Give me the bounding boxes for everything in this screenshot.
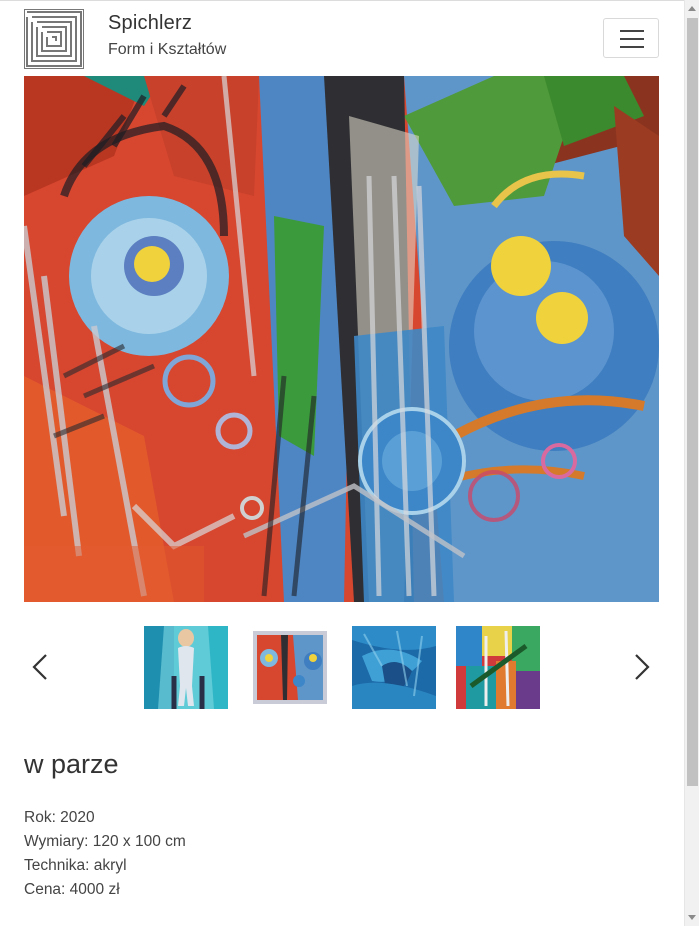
artwork-title: w parze	[24, 749, 119, 779]
artwork-image[interactable]	[24, 76, 659, 602]
scroll-up-icon[interactable]	[688, 6, 696, 11]
thumbnail-1[interactable]	[144, 626, 228, 709]
site-subtitle: Form i Kształtów	[108, 41, 227, 58]
site-header: Spichlerz Form i Kształtów	[0, 0, 684, 76]
chevron-left-icon[interactable]	[26, 652, 56, 682]
thumbnail-carousel	[24, 616, 659, 716]
artwork-year: Rok: 2020	[24, 809, 95, 826]
artwork-price: Cena: 4000 zł	[24, 881, 120, 898]
thumbnail-3[interactable]	[352, 626, 436, 709]
labyrinth-logo-icon[interactable]	[24, 9, 84, 69]
thumbnail-2-selected[interactable]	[253, 631, 327, 704]
artwork-technique: Technika: akryl	[24, 857, 127, 874]
scrollbar-thumb[interactable]	[687, 18, 698, 786]
site-title[interactable]: Spichlerz	[108, 12, 192, 35]
chevron-right-icon[interactable]	[626, 652, 656, 682]
page-scrollbar[interactable]	[684, 0, 699, 926]
menu-toggle-button[interactable]	[603, 18, 659, 58]
thumbnail-4[interactable]	[456, 626, 540, 709]
artwork-details: Rok: 2020 Wymiary: 120 x 100 cm Technika…	[24, 806, 186, 902]
scroll-down-icon[interactable]	[688, 915, 696, 920]
hamburger-icon	[620, 30, 644, 32]
artwork-dimensions: Wymiary: 120 x 100 cm	[24, 833, 186, 850]
